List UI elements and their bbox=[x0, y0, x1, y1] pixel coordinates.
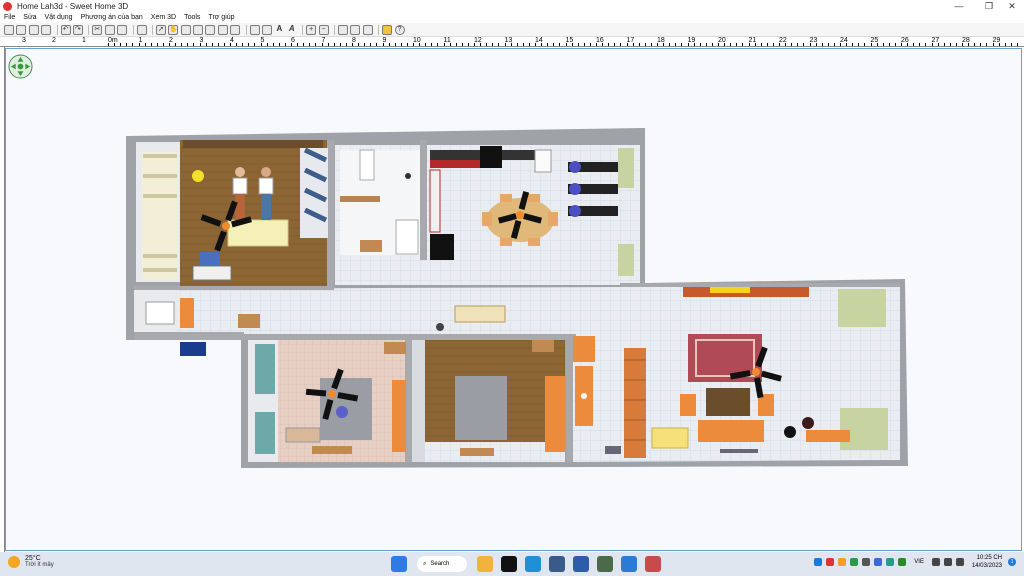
notification-badge[interactable]: 1 bbox=[1008, 558, 1016, 566]
battery-icon[interactable] bbox=[955, 558, 964, 566]
cabinet bbox=[180, 298, 194, 328]
sofa bbox=[698, 420, 764, 442]
start-windows-icon[interactable] bbox=[391, 556, 407, 572]
bathtub bbox=[395, 219, 419, 255]
oven bbox=[430, 234, 454, 260]
tray-app-icon[interactable] bbox=[850, 558, 859, 566]
search-label: Search bbox=[430, 561, 450, 567]
clock-time: 10:25 CH bbox=[976, 555, 1002, 561]
tray-app-icon[interactable] bbox=[814, 558, 823, 566]
wifi-icon[interactable] bbox=[931, 558, 940, 566]
chair bbox=[200, 252, 220, 266]
rug bbox=[360, 240, 382, 252]
rug bbox=[460, 448, 494, 456]
piano bbox=[480, 146, 502, 168]
curtain bbox=[618, 244, 634, 276]
photos-icon[interactable] bbox=[597, 556, 613, 572]
language-indicator[interactable]: VIE bbox=[914, 559, 924, 565]
file-explorer-icon[interactable] bbox=[477, 556, 493, 572]
tiktok-icon[interactable] bbox=[501, 556, 517, 572]
rug bbox=[312, 446, 352, 454]
bathroom bbox=[340, 149, 420, 255]
floor-plan[interactable] bbox=[0, 0, 1024, 552]
tray-app-icon[interactable] bbox=[826, 558, 835, 566]
store-icon[interactable] bbox=[549, 556, 565, 572]
edge-icon[interactable] bbox=[525, 556, 541, 572]
tray-app-icon[interactable] bbox=[862, 558, 871, 566]
taskbar-apps: ⌕ Search bbox=[387, 555, 665, 573]
curtain bbox=[840, 408, 888, 450]
tray-app-icon[interactable] bbox=[838, 558, 847, 566]
windows-taskbar: 25°C Trời ít mây ⌕ Search VIE 10:25 CH 1… bbox=[0, 552, 1024, 576]
taskbar-search[interactable]: ⌕ Search bbox=[417, 556, 467, 572]
curtain bbox=[255, 412, 275, 454]
clock-date: 14/03/2023 bbox=[971, 563, 1002, 569]
bench bbox=[454, 305, 506, 323]
sweet-home-3d-taskbar-icon[interactable] bbox=[645, 556, 661, 572]
side-table bbox=[651, 427, 689, 449]
zoom-icon[interactable] bbox=[621, 556, 637, 572]
clock[interactable]: 10:25 CH 14/03/2023 bbox=[972, 554, 1002, 570]
weather-widget[interactable]: 25°C Trời ít mây bbox=[8, 555, 54, 568]
tray-app-icon[interactable] bbox=[898, 558, 907, 566]
tray-app-icon[interactable] bbox=[886, 558, 895, 566]
coffee-table bbox=[706, 388, 750, 416]
calculator-icon[interactable] bbox=[573, 556, 589, 572]
rug bbox=[238, 314, 260, 328]
tv-stand bbox=[180, 342, 206, 356]
lamp bbox=[192, 170, 204, 182]
armchair bbox=[680, 394, 696, 416]
bookshelf bbox=[624, 348, 646, 458]
weather-sun-icon bbox=[8, 555, 20, 568]
tray-app-icon[interactable] bbox=[874, 558, 883, 566]
curtain bbox=[142, 152, 178, 280]
temperature: 25°C bbox=[25, 555, 41, 562]
search-icon: ⌕ bbox=[423, 560, 427, 567]
navigation-arrows-icon[interactable] bbox=[8, 54, 33, 79]
volume-icon[interactable] bbox=[943, 558, 952, 566]
exercise-bikes bbox=[568, 161, 618, 217]
wardrobe bbox=[545, 376, 565, 452]
wardrobe bbox=[392, 380, 406, 452]
curtain bbox=[618, 148, 634, 188]
floors bbox=[134, 140, 900, 462]
weather-condition: Trời ít mây bbox=[25, 562, 54, 568]
curtain bbox=[838, 289, 886, 327]
system-tray: VIE 10:25 CH 14/03/2023 1 bbox=[812, 554, 1016, 570]
carpet bbox=[688, 334, 762, 382]
curtain bbox=[255, 344, 275, 394]
bed bbox=[455, 376, 507, 440]
